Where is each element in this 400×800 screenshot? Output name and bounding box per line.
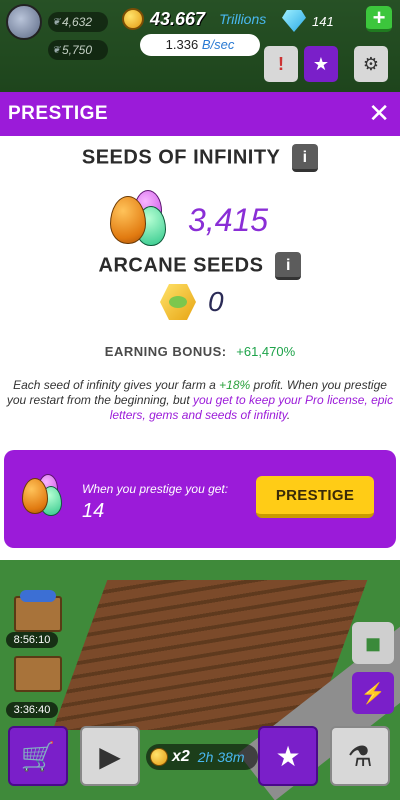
- boost-multiplier: x2: [172, 748, 190, 765]
- settings-gear-icon[interactable]: ⚙: [354, 46, 388, 82]
- seeds-title: SEEDS OF INFINITY: [81, 146, 281, 169]
- video-ad-icon[interactable]: ▶: [80, 726, 140, 786]
- prestige-star-button[interactable]: ★: [304, 46, 338, 82]
- earning-bonus: EARNING BONUS: +61,470%: [0, 344, 400, 359]
- lightning-icon[interactable]: ⚡: [352, 672, 394, 714]
- stat-2-value: 5,750: [62, 43, 93, 57]
- prestige-description: Each seed of infinity gives your farm a …: [4, 378, 396, 423]
- blueberry-crate[interactable]: [14, 590, 62, 632]
- lab-flask-icon[interactable]: ⚗: [330, 726, 390, 786]
- desc-end: .: [286, 408, 291, 422]
- bonus-label: EARNING BONUS:: [104, 344, 227, 359]
- coin-value: 43.667: [150, 8, 206, 29]
- modal-header: PRESTIGE ✕: [0, 92, 400, 136]
- gem-value: 141: [312, 14, 334, 29]
- game-hud: ❦ 4,632 ❦ 5,750 43.667 Trillions 141 + 1…: [0, 0, 400, 92]
- crate-timer-1: 8:56:10: [6, 632, 58, 648]
- arcane-seed-icon: [160, 284, 196, 320]
- cards-icon[interactable]: ★: [258, 726, 318, 786]
- coin-unit: Trillions: [219, 11, 267, 27]
- potato-crate[interactable]: [14, 656, 62, 692]
- arcane-value: 0: [208, 286, 224, 317]
- reward-eggs-icon: [22, 474, 70, 520]
- bottom-bar: 🛒 ▶ x2 2h 38m ★ ⚗: [0, 724, 400, 800]
- gamepad-icon[interactable]: ◼: [352, 622, 394, 664]
- coin-icon: [122, 8, 144, 30]
- boost-time: 2h 38m: [197, 749, 245, 765]
- reward-label: When you prestige you get:: [82, 482, 229, 496]
- coin-counter: 43.667 Trillions: [122, 8, 266, 30]
- crate-timer-2: 3:36:40: [6, 702, 58, 718]
- stat-1-value: 4,632: [62, 15, 93, 29]
- prestige-modal: PRESTIGE ✕ SEEDS OF INFINITY i 3,415 ARC…: [0, 92, 400, 560]
- seeds-value: 3,415: [188, 201, 269, 238]
- prestige-button[interactable]: PRESTIGE: [256, 476, 374, 518]
- stat-badge-2: ❦ 5,750: [48, 40, 108, 60]
- boost-timer[interactable]: x2 2h 38m: [146, 744, 258, 770]
- stat-badge-1: ❦ 4,632: [48, 12, 108, 32]
- leaf-icon: ❦: [52, 44, 61, 56]
- leaf-icon: ❦: [52, 16, 61, 28]
- seeds-eggs-icon: [108, 190, 174, 250]
- bonus-value: +61,470%: [236, 344, 296, 359]
- close-icon[interactable]: ✕: [368, 99, 390, 127]
- seeds-info-icon[interactable]: i: [292, 144, 319, 172]
- desc-highlight: +18%: [219, 378, 251, 392]
- arcane-heading: ARCANE SEEDS i: [0, 252, 400, 280]
- alert-button[interactable]: !: [264, 46, 298, 82]
- rate-value: 1.336: [165, 37, 199, 52]
- prestige-reward-panel: When you prestige you get: 14 PRESTIGE: [4, 450, 396, 548]
- desc-text-1: Each seed of infinity gives your farm a: [13, 378, 220, 392]
- coin-icon: [150, 748, 168, 766]
- gem-icon: [282, 10, 306, 32]
- seeds-row: 3,415: [108, 190, 268, 250]
- add-gems-button[interactable]: +: [366, 6, 392, 32]
- arcane-info-icon[interactable]: i: [275, 252, 302, 280]
- modal-title: PRESTIGE: [8, 103, 109, 124]
- seeds-heading: SEEDS OF INFINITY i: [0, 144, 400, 172]
- arcane-title: ARCANE SEEDS: [98, 254, 264, 277]
- rate-unit: B/sec: [201, 37, 235, 52]
- income-rate: 1.336 B/sec: [140, 34, 260, 56]
- shop-cart-icon[interactable]: 🛒: [8, 726, 68, 786]
- reward-value: 14: [82, 500, 105, 522]
- profile-avatar[interactable]: [6, 4, 42, 40]
- arcane-row: 0: [160, 284, 224, 320]
